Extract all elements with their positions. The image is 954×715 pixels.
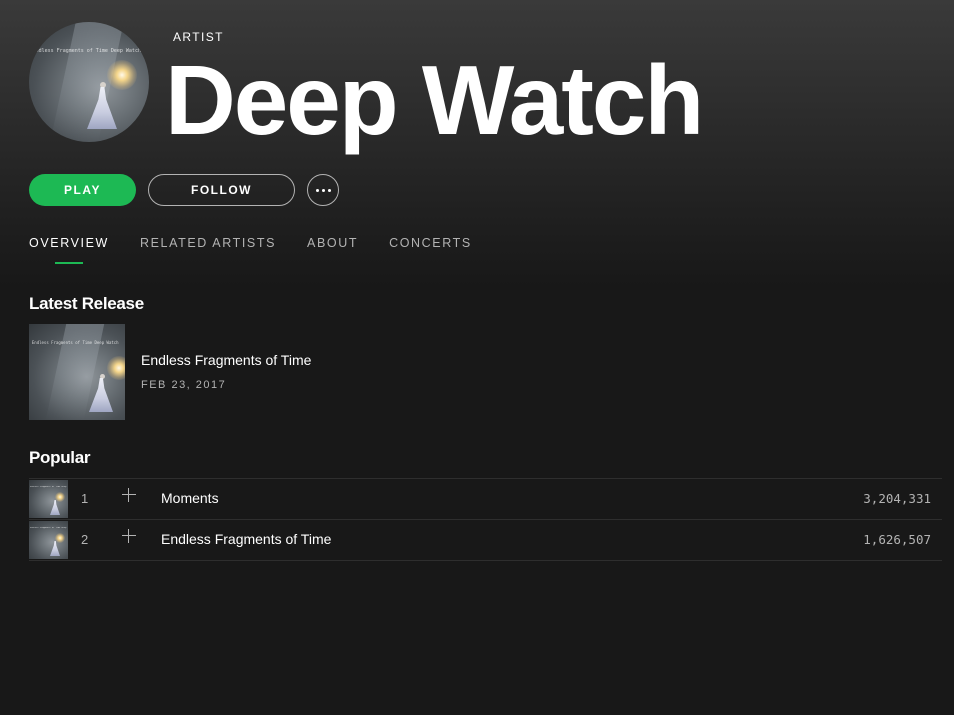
track-play-count: 1,626,507	[863, 532, 931, 547]
latest-release-cover[interactable]: Endless Fragments of Time Deep Watch	[29, 324, 125, 420]
track-row[interactable]: Endless Fragments of Time Deep Watch 1 M…	[29, 478, 942, 519]
tab-overview[interactable]: OVERVIEW	[29, 236, 109, 264]
artist-tabs: OVERVIEW RELATED ARTISTS ABOUT CONCERTS	[29, 236, 503, 264]
active-tab-indicator	[54, 262, 83, 264]
tab-concerts[interactable]: CONCERTS	[389, 236, 472, 264]
track-title: Moments	[161, 490, 219, 506]
artwork-caption: Endless Fragments of Time Deep Watch	[30, 486, 67, 489]
tab-label: OVERVIEW	[29, 236, 109, 250]
artist-kicker: ARTIST	[173, 30, 224, 44]
track-thumbnail: Endless Fragments of Time Deep Watch	[29, 521, 68, 559]
tab-label: CONCERTS	[389, 236, 472, 250]
popular-heading: Popular	[29, 448, 91, 467]
track-thumbnail: Endless Fragments of Time Deep Watch	[29, 480, 68, 518]
artist-avatar: Endless Fragments of Time Deep Watch	[29, 22, 149, 142]
follow-button[interactable]: FOLLOW	[148, 174, 295, 206]
more-options-button[interactable]	[307, 174, 339, 206]
tab-about[interactable]: ABOUT	[307, 236, 358, 264]
add-plus-icon[interactable]	[122, 529, 136, 543]
tab-label: RELATED ARTISTS	[139, 236, 277, 250]
track-row[interactable]: Endless Fragments of Time Deep Watch 2 E…	[29, 519, 942, 561]
track-number: 2	[81, 532, 89, 547]
latest-release-date: FEB 23, 2017	[141, 379, 227, 391]
track-play-count: 3,204,331	[863, 491, 931, 506]
tab-related-artists[interactable]: RELATED ARTISTS	[140, 236, 276, 264]
ellipsis-icon	[315, 188, 331, 192]
play-button[interactable]: PLAY	[29, 174, 136, 206]
latest-release-title[interactable]: Endless Fragments of Time	[141, 352, 311, 368]
popular-tracklist: Endless Fragments of Time Deep Watch 1 M…	[29, 478, 942, 561]
latest-release-heading: Latest Release	[29, 294, 144, 313]
artwork-caption: Endless Fragments of Time Deep Watch	[30, 527, 67, 530]
artist-name: Deep Watch	[165, 45, 704, 155]
artwork-caption: Endless Fragments of Time Deep Watch	[31, 340, 119, 346]
artwork-caption: Endless Fragments of Time Deep Watch	[32, 48, 141, 55]
track-title: Endless Fragments of Time	[161, 531, 332, 547]
track-number: 1	[81, 491, 89, 506]
tab-label: ABOUT	[307, 236, 359, 250]
add-plus-icon[interactable]	[122, 488, 136, 502]
